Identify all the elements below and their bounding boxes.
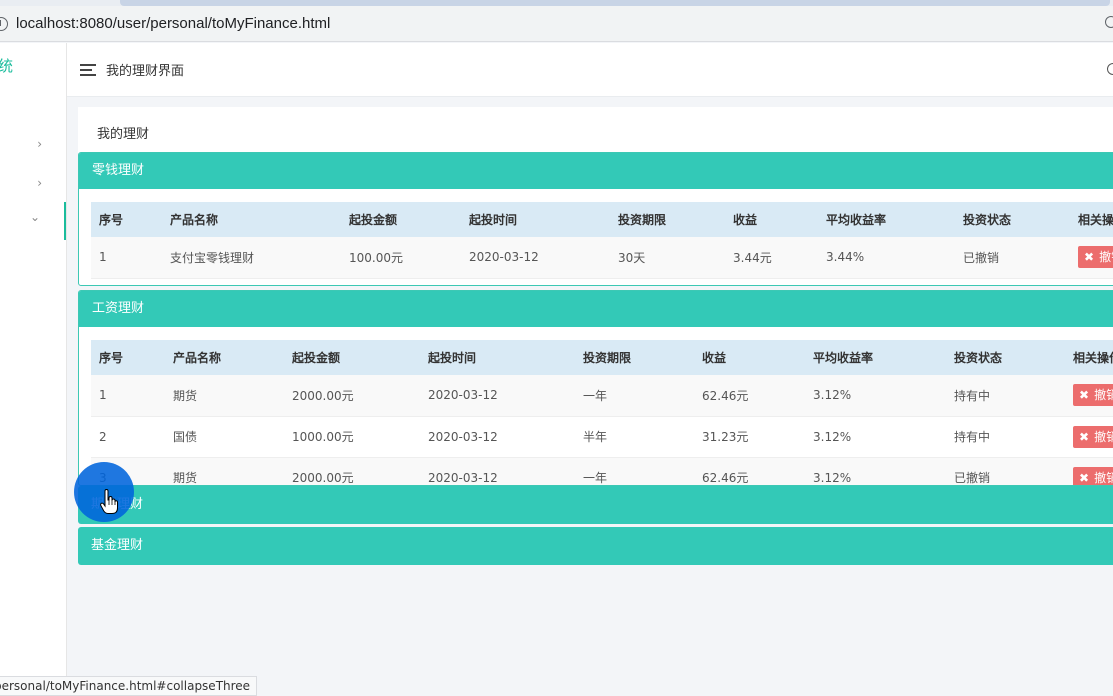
cell-status: 已撤销 [955, 237, 1070, 279]
panel-futures-finance[interactable]: 期货理财 [78, 486, 1113, 524]
finance-table: 序号 产品名称 起投金额 起投时间 投资期限 收益 平均收益率 投资状态 相关操… [91, 202, 1113, 279]
cell-start: 2020-03-12 [420, 416, 575, 458]
cell-action: ✖撤销 [1065, 457, 1113, 485]
cell-amount: 1000.00元 [284, 416, 420, 458]
panel-change-finance: 零钱理财 序号 产品名称 起投金额 起投时间 投资期限 收益 平均收益率 投资状… [78, 152, 1113, 286]
cell-no: 2 [91, 416, 165, 458]
sidebar-item-3[interactable]: ⌄ [0, 202, 66, 240]
cell-rate: 3.12% [805, 375, 946, 417]
column-header: 平均收益率 [813, 351, 874, 365]
cell-status: 持有中 [946, 416, 1065, 458]
column-header: 相关操作 [1078, 213, 1113, 227]
cell-name: 支付宝零钱理财 [162, 237, 341, 279]
column-header: 起投时间 [469, 213, 518, 227]
sidebar-item-2[interactable]: › [0, 164, 66, 202]
hamburger-menu-icon[interactable] [80, 63, 96, 76]
panel-heading[interactable]: 期货理财 [78, 486, 1113, 524]
cancel-button[interactable]: ✖撤销 [1078, 246, 1113, 269]
close-icon: ✖ [1079, 388, 1090, 403]
zoom-icon[interactable] [1105, 16, 1113, 28]
cell-income: 62.46元 [694, 457, 805, 485]
chevron-right-icon: › [37, 176, 42, 190]
cell-no: 1 [91, 375, 165, 417]
panel-heading[interactable]: 零钱理财 [79, 153, 1113, 189]
finance-table: 序号 产品名称 起投金额 起投时间 投资期限 收益 平均收益率 投资状态 相关操… [91, 340, 1113, 485]
panel-salary-finance: 工资理财 序号 产品名称 起投金额 起投时间 投资期限 收益 平均收益率 投资状… [78, 290, 1113, 486]
close-icon: ✖ [1079, 429, 1090, 444]
close-icon: ✖ [1079, 470, 1090, 485]
cell-action: ✖撤销 [1065, 375, 1113, 417]
chevron-down-icon: ⌄ [29, 210, 40, 224]
column-header: 起投金额 [292, 351, 341, 365]
cell-action: ✖撤销 [1065, 416, 1113, 458]
cell-status: 持有中 [946, 375, 1065, 417]
cancel-button[interactable]: ✖撤销 [1073, 466, 1113, 485]
table-header-row: 序号 产品名称 起投金额 起投时间 投资期限 收益 平均收益率 投资状态 相关操… [91, 340, 1113, 375]
cell-term: 一年 [575, 457, 694, 485]
table-row: 1 期货 2000.00元 2020-03-12 一年 62.46元 3.12%… [91, 375, 1113, 417]
cell-name: 国债 [165, 416, 284, 458]
cancel-button[interactable]: ✖撤销 [1073, 384, 1113, 407]
cell-rate: 3.44% [818, 237, 955, 279]
cell-start: 2020-03-12 [420, 457, 575, 485]
status-url: personal/toMyFinance.html#collapseThree [0, 679, 251, 693]
table-row: 1 支付宝零钱理财 100.00元 2020-03-12 30天 3.44元 3… [91, 237, 1113, 279]
cell-name: 期货 [165, 375, 284, 417]
hand-pointer-icon [100, 489, 118, 514]
column-header: 产品名称 [173, 351, 222, 365]
panel-fund-finance[interactable]: 基金理财 [78, 527, 1113, 565]
cancel-button[interactable]: ✖撤销 [1073, 425, 1113, 448]
column-header: 序号 [99, 351, 124, 365]
column-header: 投资期限 [583, 351, 632, 365]
cell-rate: 3.12% [805, 416, 946, 458]
close-icon: ✖ [1084, 250, 1095, 265]
column-header: 投资期限 [618, 213, 667, 227]
column-header: 起投金额 [349, 213, 398, 227]
cell-term: 半年 [575, 416, 694, 458]
cell-start: 2020-03-12 [461, 237, 610, 279]
page-title: 我的理财界面 [106, 64, 185, 79]
cell-no: 1 [91, 237, 162, 279]
table-row: 3 期货 2000.00元 2020-03-12 一年 62.46元 3.12%… [91, 457, 1113, 485]
cell-start: 2020-03-12 [420, 375, 575, 417]
cell-term: 30天 [610, 237, 725, 279]
column-header: 相关操作 [1073, 351, 1113, 365]
table-row: 2 国债 1000.00元 2020-03-12 半年 31.23元 3.12%… [91, 416, 1113, 458]
info-icon[interactable] [0, 16, 8, 31]
cell-rate: 3.12% [805, 457, 946, 485]
column-header: 平均收益率 [826, 213, 887, 227]
column-header: 收益 [733, 213, 758, 227]
cell-name: 期货 [165, 457, 284, 485]
column-header: 序号 [99, 213, 124, 227]
table-header-row: 序号 产品名称 起投金额 起投时间 投资期限 收益 平均收益率 投资状态 相关操… [91, 202, 1113, 237]
user-icon[interactable] [1107, 63, 1113, 75]
status-bar: personal/toMyFinance.html#collapseThree [0, 676, 258, 696]
cell-income: 62.46元 [694, 375, 805, 417]
url-text[interactable]: localhost:8080/user/personal/toMyFinance… [16, 15, 330, 32]
panel-heading[interactable]: 工资理财 [79, 291, 1113, 327]
sidebar: 统 › › ⌄ [0, 43, 67, 696]
cell-amount: 2000.00元 [284, 375, 420, 417]
cell-income: 31.23元 [694, 416, 805, 458]
cell-amount: 2000.00元 [284, 457, 420, 485]
sidebar-item-1[interactable]: › [0, 125, 66, 163]
cell-term: 一年 [575, 375, 694, 417]
topbar: 我的理财界面 [67, 43, 1113, 97]
cell-status: 已撤销 [946, 457, 1065, 485]
panel-heading[interactable]: 基金理财 [78, 527, 1113, 565]
content-title: 我的理财 [97, 127, 150, 142]
sidebar-brand: 统 [0, 57, 14, 75]
chevron-right-icon: › [37, 137, 42, 151]
column-header: 投资状态 [954, 351, 1003, 365]
cell-action: ✖撤销 [1070, 237, 1113, 279]
column-header: 起投时间 [428, 351, 477, 365]
column-header: 产品名称 [170, 213, 219, 227]
cell-income: 3.44元 [725, 237, 818, 279]
column-header: 投资状态 [963, 213, 1012, 227]
content-header-card: 我的理财 [78, 107, 1113, 153]
address-bar[interactable]: localhost:8080/user/personal/toMyFinance… [0, 6, 1113, 42]
column-header: 收益 [702, 351, 727, 365]
cell-amount: 100.00元 [341, 237, 461, 279]
